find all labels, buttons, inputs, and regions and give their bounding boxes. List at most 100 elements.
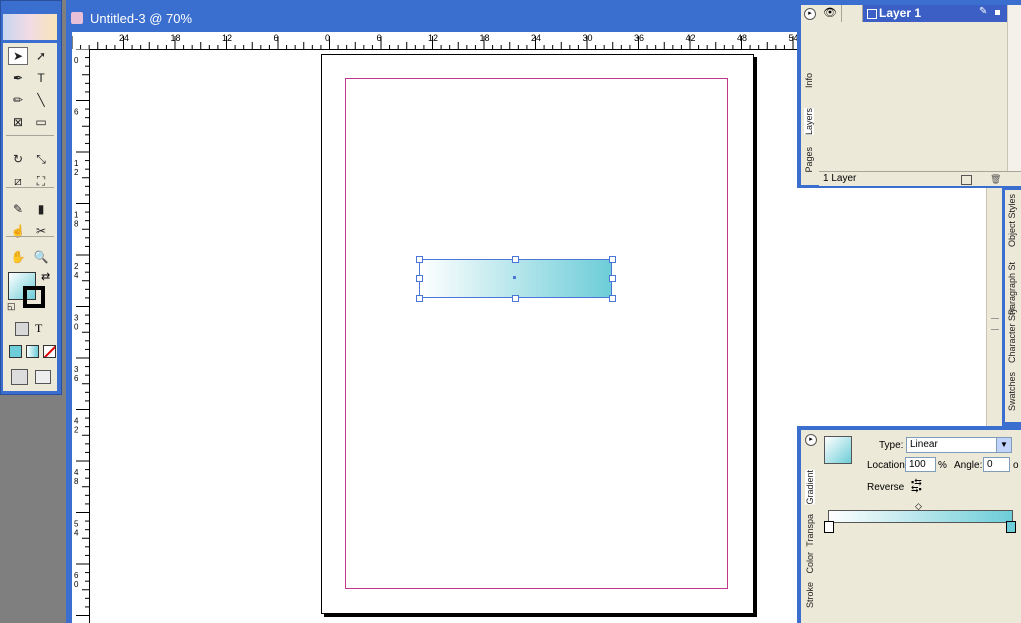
ruler-label: 4 bbox=[74, 529, 79, 538]
scissors-tool-icon[interactable]: ✂ bbox=[31, 222, 51, 240]
lock-toggle[interactable] bbox=[842, 5, 863, 22]
ruler-label: 2 bbox=[74, 426, 79, 435]
ruler-label: 2 bbox=[74, 262, 79, 271]
tab-pages[interactable]: Pages bbox=[804, 147, 814, 173]
document-titlebar[interactable]: Untitled-3 @ 70% bbox=[66, 2, 800, 32]
selection-handle[interactable] bbox=[416, 295, 423, 302]
tab-transparency[interactable]: Transpa bbox=[805, 514, 815, 547]
normal-view-icon[interactable] bbox=[11, 369, 28, 385]
selection-handle[interactable] bbox=[416, 275, 423, 282]
panel-menu-icon[interactable]: ▸ bbox=[805, 434, 817, 446]
tools-divider bbox=[6, 135, 54, 136]
selection-handle[interactable] bbox=[416, 256, 423, 263]
selection-handle[interactable] bbox=[512, 256, 519, 263]
document-title: Untitled-3 @ 70% bbox=[90, 11, 193, 26]
page-margin-guides bbox=[345, 78, 728, 589]
hand-tool-icon[interactable]: ✋ bbox=[8, 248, 28, 266]
layer-row[interactable]: 👁 Layer 1 ✎ bbox=[819, 5, 1007, 22]
location-field[interactable]: 100 bbox=[905, 457, 936, 472]
ruler-label: 48 bbox=[737, 33, 747, 43]
direct-selection-tool-icon[interactable]: ➚ bbox=[31, 47, 51, 65]
zoom-tool-icon[interactable]: 🔍 bbox=[31, 248, 51, 266]
vertical-ruler[interactable]: 061218243036424854606 bbox=[72, 49, 90, 623]
eyedropper-tool-icon[interactable]: ✎ bbox=[8, 200, 28, 218]
swap-fill-stroke-icon[interactable]: ⇄ bbox=[41, 270, 50, 283]
ruler-label: 6 bbox=[74, 108, 79, 117]
selection-indicator-icon[interactable] bbox=[995, 10, 1000, 15]
apply-color-icon[interactable] bbox=[9, 345, 22, 358]
angle-field[interactable]: 0 bbox=[983, 457, 1010, 472]
rectangle-frame-tool-icon[interactable]: ⊠ bbox=[8, 113, 28, 131]
tab-stroke[interactable]: Stroke bbox=[805, 582, 815, 608]
gradient-controls: Type: Linear ▼ Location: 100 % Angle: 0 … bbox=[820, 430, 1021, 623]
ruler-label: 24 bbox=[531, 33, 541, 43]
pen-tool-icon[interactable]: ✒ bbox=[8, 69, 28, 87]
app-logo bbox=[3, 14, 57, 40]
tools-divider bbox=[6, 187, 54, 188]
scroll-grip[interactable] bbox=[991, 318, 999, 330]
preview-mode-icon[interactable] bbox=[35, 370, 51, 384]
ruler-label: 3 bbox=[74, 365, 79, 374]
layer-name: Layer 1 bbox=[879, 6, 922, 20]
ruler-label: 4 bbox=[74, 468, 79, 477]
tab-layers[interactable]: Layers bbox=[804, 108, 814, 136]
default-fill-stroke-icon[interactable]: ◱ bbox=[7, 301, 16, 312]
reverse-gradient-icon[interactable]: ▪⇆ ⇆▪ bbox=[911, 478, 927, 494]
selection-handle[interactable] bbox=[609, 256, 616, 263]
type-tool-icon[interactable]: T bbox=[31, 69, 51, 87]
ruler-label: 5 bbox=[74, 520, 79, 529]
format-container-icon[interactable] bbox=[15, 322, 29, 336]
gradient-stop-start[interactable] bbox=[824, 521, 834, 533]
tab-swatches[interactable]: Swatches bbox=[1007, 372, 1017, 411]
type-select[interactable]: Linear ▼ bbox=[906, 437, 1012, 453]
rotate-tool-icon[interactable]: ↻ bbox=[8, 150, 28, 168]
ruler-label: 0 bbox=[74, 323, 79, 332]
gradient-stop-end[interactable] bbox=[1006, 521, 1016, 533]
gradient-ramp[interactable] bbox=[828, 510, 1013, 523]
layers-scrollbar[interactable] bbox=[1007, 5, 1021, 171]
format-text-icon[interactable]: T bbox=[35, 321, 42, 336]
selection-handle[interactable] bbox=[512, 295, 519, 302]
line-tool-icon[interactable]: ╲ bbox=[31, 91, 51, 109]
ruler-label: 36 bbox=[634, 33, 644, 43]
horizontal-ruler[interactable]: 24 18 12 6 0 6 12 18 24 30 36 42 48 54 bbox=[72, 32, 800, 50]
button-tool-icon[interactable]: ☝ bbox=[8, 222, 28, 240]
selection-handle[interactable] bbox=[609, 275, 616, 282]
tab-info[interactable]: Info bbox=[804, 73, 814, 88]
trash-icon[interactable]: 🗑 bbox=[990, 174, 1001, 185]
new-layer-icon[interactable] bbox=[961, 175, 972, 185]
center-point bbox=[513, 276, 516, 279]
rectangle-tool-icon[interactable]: ▭ bbox=[31, 113, 51, 131]
gradient-tool-icon[interactable]: ▮ bbox=[31, 200, 51, 218]
tab-color[interactable]: Color bbox=[805, 552, 815, 574]
layers-footer: 1 Layer 🗑 bbox=[819, 171, 1021, 186]
stroke-swatch[interactable] bbox=[23, 286, 45, 308]
apply-none-icon[interactable] bbox=[43, 345, 56, 358]
tab-gradient[interactable]: Gradient bbox=[805, 470, 815, 505]
document-vertical-scrollbar[interactable] bbox=[986, 188, 1003, 426]
ruler-label: 0 bbox=[74, 580, 79, 589]
tab-object-styles[interactable]: Object Styles bbox=[1007, 194, 1017, 247]
ruler-label: 1 bbox=[74, 211, 79, 220]
ruler-label: 3 bbox=[74, 314, 79, 323]
pencil-tool-icon[interactable]: ✏ bbox=[8, 91, 28, 109]
ruler-label: 6 bbox=[74, 571, 79, 580]
pasteboard-right[interactable] bbox=[798, 188, 1002, 426]
eye-icon[interactable]: 👁 bbox=[819, 5, 842, 22]
percent-label: % bbox=[938, 460, 947, 471]
ruler-label: 0 bbox=[74, 56, 79, 65]
tab-character-styles[interactable]: Character Sty bbox=[1007, 308, 1017, 363]
type-value: Linear bbox=[910, 439, 938, 450]
panel-menu-icon[interactable]: ▸ bbox=[804, 8, 816, 20]
ruler-label: 18 bbox=[171, 33, 181, 43]
ruler-label: 12 bbox=[428, 33, 438, 43]
apply-gradient-icon[interactable] bbox=[26, 345, 39, 358]
layers-list bbox=[819, 5, 1007, 185]
selection-tool-icon[interactable]: ➤ bbox=[8, 47, 28, 65]
reverse-label: Reverse bbox=[867, 482, 905, 493]
ruler-label: 2 bbox=[74, 168, 79, 177]
chevron-down-icon[interactable]: ▼ bbox=[996, 438, 1011, 452]
selection-handle[interactable] bbox=[609, 295, 616, 302]
ruler-label: 30 bbox=[583, 33, 593, 43]
scale-tool-icon[interactable]: ⤡ bbox=[31, 150, 51, 168]
